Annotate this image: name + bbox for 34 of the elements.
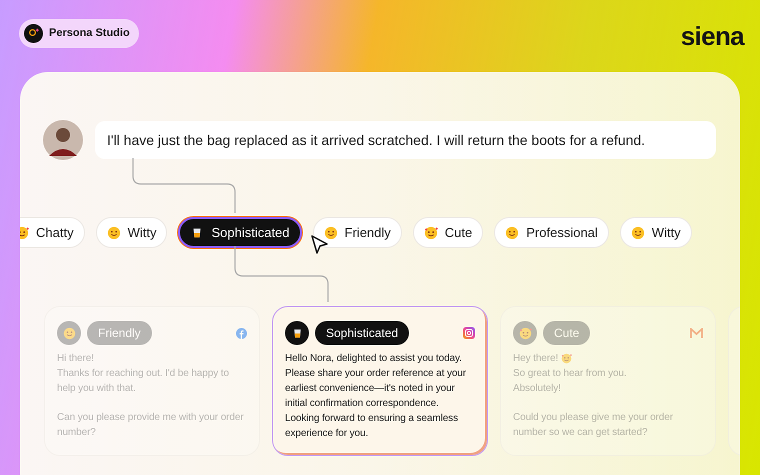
smiley-icon — [106, 226, 121, 240]
reply-text: Thanks for reaching out. I'd be happy to help you with that. — [57, 367, 230, 396]
tone-chip[interactable]: Cute — [412, 217, 484, 248]
mail-icon — [690, 328, 703, 338]
reply-greeting: Hi there! — [57, 352, 94, 366]
smiley-icon — [62, 326, 76, 340]
tone-label: Sophisticated — [315, 321, 410, 345]
smiling-hearts-icon — [518, 326, 532, 340]
tone-chip[interactable]: Witty — [96, 217, 168, 248]
tone-chip[interactable]: Sophisticated — [178, 217, 302, 248]
facebook-icon — [236, 328, 247, 338]
reply-text: Could you please give me your order number so we can get started? — [513, 411, 674, 440]
cursor-icon — [311, 235, 329, 255]
smiling-hearts-icon — [424, 226, 438, 240]
smiley-icon — [505, 226, 520, 240]
tone-chip[interactable]: Witty — [620, 217, 692, 248]
persona-icon — [24, 24, 43, 43]
reply-card[interactable] — [272, 306, 488, 456]
reply-text: Hello Nora, delighted to assist you today. Please share your order reference at your earliest convenience—it's noted in your initial confirmation correspondence. Looking forward to ensuring a seamless experience for you. — [285, 352, 467, 441]
reply-text: Can you please provide me with your order number? — [57, 411, 245, 440]
tone-label: Cute — [543, 321, 590, 345]
instagram-icon — [463, 327, 475, 339]
message-bubble: I'll have just the bag replaced as it arrived scratched. I will return the boots for a refund. — [95, 121, 716, 159]
smiley-icon — [630, 226, 645, 240]
tone-chip[interactable]: Chatty — [20, 217, 85, 248]
smiling-hearts-icon — [561, 353, 572, 364]
tone-chip[interactable]: Professional — [494, 217, 609, 248]
smiley-icon — [324, 226, 338, 240]
reply-text: So great to hear from you. Absolutely! — [513, 367, 628, 396]
tone-label: Friendly — [87, 321, 152, 345]
avatar-icon — [43, 120, 83, 160]
reply-greeting: Hey there! — [513, 352, 558, 366]
persona-studio-badge[interactable]: Persona Studio — [19, 19, 139, 48]
siena-logo: siena — [680, 20, 744, 53]
